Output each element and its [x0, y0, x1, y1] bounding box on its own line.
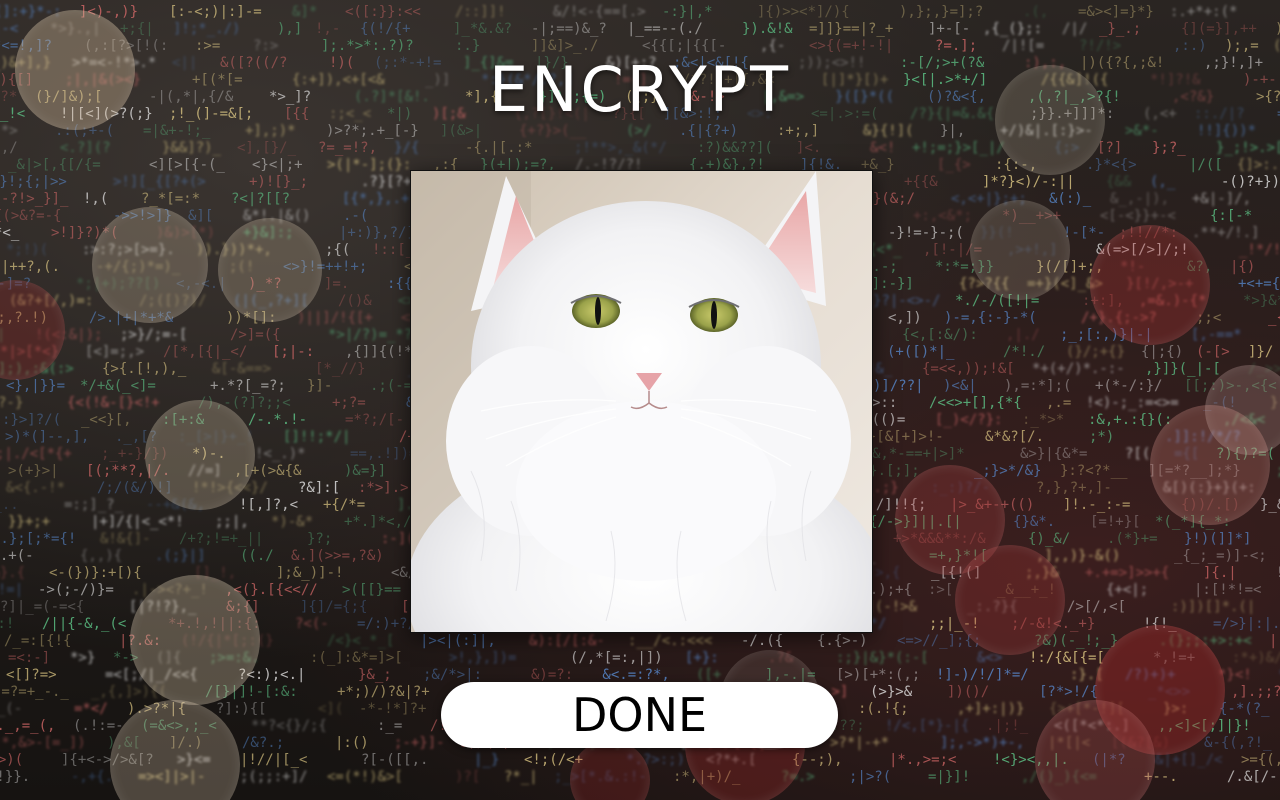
bokeh-circle [570, 740, 650, 800]
bokeh-circle [218, 218, 322, 322]
bokeh-circle [145, 400, 255, 510]
encrypt-screen: (]:+}*-:]<)-,)} [:-<;)|:]-= &]* <([:}}:<</:… [0, 0, 1280, 800]
done-button[interactable]: DONE [441, 682, 838, 748]
bokeh-circle [92, 207, 208, 323]
cat-image [410, 170, 873, 633]
bokeh-circle [970, 200, 1070, 300]
bokeh-circle [955, 545, 1065, 655]
bokeh-circle [130, 575, 260, 705]
bokeh-circle [0, 280, 65, 380]
page-title: ENCRYPT [488, 53, 792, 126]
bokeh-circle [1090, 225, 1210, 345]
cat-illustration [411, 171, 872, 632]
bokeh-circle [110, 700, 240, 800]
